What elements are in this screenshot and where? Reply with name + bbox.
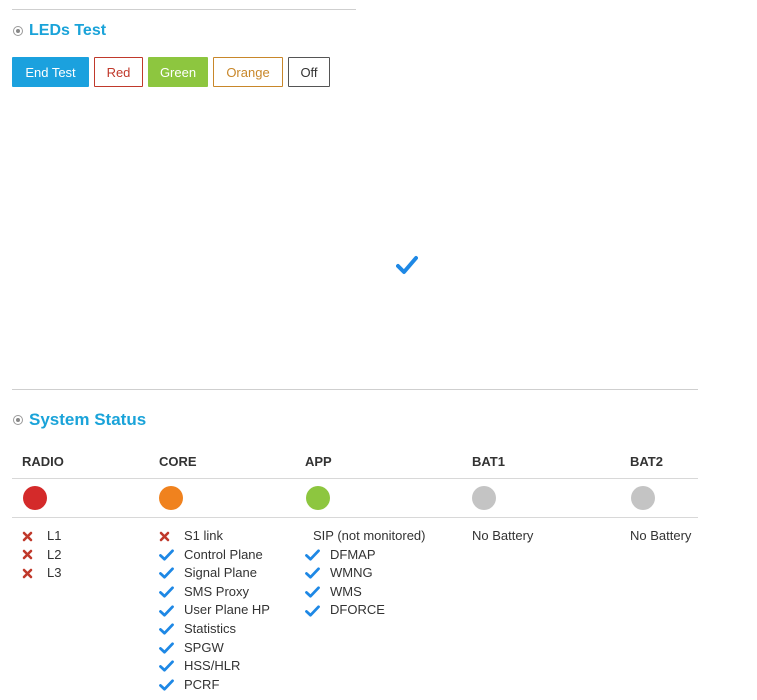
header-divider — [12, 478, 698, 479]
list-item: SMS Proxy — [159, 583, 270, 602]
leds-test-title: LEDs Test — [29, 22, 107, 39]
list-item: DFMAP — [305, 546, 425, 565]
column-header-core: CORE — [159, 454, 197, 469]
section-divider — [12, 389, 698, 390]
list-item-label: S1 link — [184, 528, 224, 543]
red-button[interactable]: Red — [94, 57, 143, 87]
check-icon — [305, 585, 323, 599]
list-item-label: L3 — [47, 565, 62, 581]
app-status-indicator — [306, 486, 330, 510]
bat2-status-list: No Battery — [630, 527, 691, 546]
check-icon — [159, 566, 177, 580]
list-item-label: DFORCE — [330, 602, 385, 618]
orange-button[interactable]: Orange — [213, 57, 283, 87]
off-button[interactable]: Off — [288, 57, 330, 87]
list-item: Control Plane — [159, 546, 270, 565]
list-item-label: No Battery — [472, 528, 534, 543]
list-item: WMNG — [305, 564, 425, 583]
list-item-label: WMNG — [330, 565, 373, 581]
x-icon — [22, 529, 40, 543]
core-status-list: S1 link Control Plane Signal Plane SMS Prox… — [159, 527, 270, 694]
list-item: PCRF — [159, 676, 270, 695]
list-item-label: Control Plane — [184, 546, 263, 562]
list-item-label: HSS/HLR — [184, 658, 241, 674]
check-icon — [159, 641, 177, 655]
check-icon — [159, 678, 177, 692]
system-status-title: System Status — [29, 410, 147, 429]
list-item: L3 — [22, 564, 61, 583]
list-item: No Battery — [472, 527, 533, 546]
list-item: S1 link — [159, 527, 270, 546]
list-item: HSS/HLR — [159, 657, 270, 676]
bullet-icon — [13, 26, 23, 36]
column-header-bat2: BAT2 — [630, 454, 663, 469]
check-icon — [305, 566, 323, 580]
list-item: Statistics — [159, 620, 270, 639]
app-status-list: SIP (not monitored) DFMAP WMNG WMS DFORCE — [305, 527, 425, 620]
list-item-label: Statistics — [184, 620, 237, 636]
system-status-heading: System Status — [13, 410, 146, 430]
list-item-label: SMS Proxy — [184, 583, 250, 599]
list-item-label: L1 — [47, 528, 62, 543]
check-icon — [159, 548, 177, 562]
list-item-label: WMS — [330, 583, 362, 599]
leds-system-status-page: LEDs Test End Test Red Green Orange Off … — [0, 0, 757, 700]
leds-test-buttons: End Test Red Green Orange Off — [12, 57, 330, 87]
check-icon — [159, 585, 177, 599]
list-item: SPGW — [159, 639, 270, 658]
list-item-label: User Plane HP — [184, 602, 270, 618]
list-item: WMS — [305, 583, 425, 602]
list-item-label: L2 — [47, 546, 62, 562]
bat2-status-indicator — [631, 486, 655, 510]
bullet-icon — [13, 415, 23, 425]
x-icon — [22, 548, 40, 562]
check-icon — [396, 255, 418, 275]
list-item-label: PCRF — [184, 676, 220, 692]
check-icon — [305, 548, 323, 562]
column-header-app: APP — [305, 454, 332, 469]
list-item-label: SIP (not monitored) — [313, 528, 426, 543]
radio-status-list: L1 L2 L3 — [22, 527, 61, 583]
list-item-label: SPGW — [184, 639, 224, 655]
leds-test-heading: LEDs Test — [13, 22, 106, 40]
bat1-status-indicator — [472, 486, 496, 510]
check-icon — [159, 622, 177, 636]
x-icon — [159, 529, 177, 543]
core-status-indicator — [159, 486, 183, 510]
list-item: L2 — [22, 546, 61, 565]
list-item-label: No Battery — [630, 528, 692, 543]
list-item: L1 — [22, 527, 61, 546]
indicator-divider — [12, 517, 698, 518]
list-item-label: DFMAP — [330, 546, 376, 562]
radio-status-indicator — [23, 486, 47, 510]
top-divider — [12, 9, 356, 10]
x-icon — [22, 566, 40, 580]
column-header-bat1: BAT1 — [472, 454, 505, 469]
green-button[interactable]: Green — [148, 57, 208, 87]
bat1-status-list: No Battery — [472, 527, 533, 546]
check-icon — [305, 604, 323, 618]
check-icon — [159, 659, 177, 673]
list-item: DFORCE — [305, 601, 425, 620]
list-item: Signal Plane — [159, 564, 270, 583]
end-test-button[interactable]: End Test — [12, 57, 89, 87]
list-item-label: Signal Plane — [184, 565, 257, 581]
list-item: User Plane HP — [159, 601, 270, 620]
column-header-radio: RADIO — [22, 454, 64, 469]
check-icon — [159, 604, 177, 618]
list-item: No Battery — [630, 527, 691, 546]
list-item: SIP (not monitored) — [305, 527, 425, 546]
